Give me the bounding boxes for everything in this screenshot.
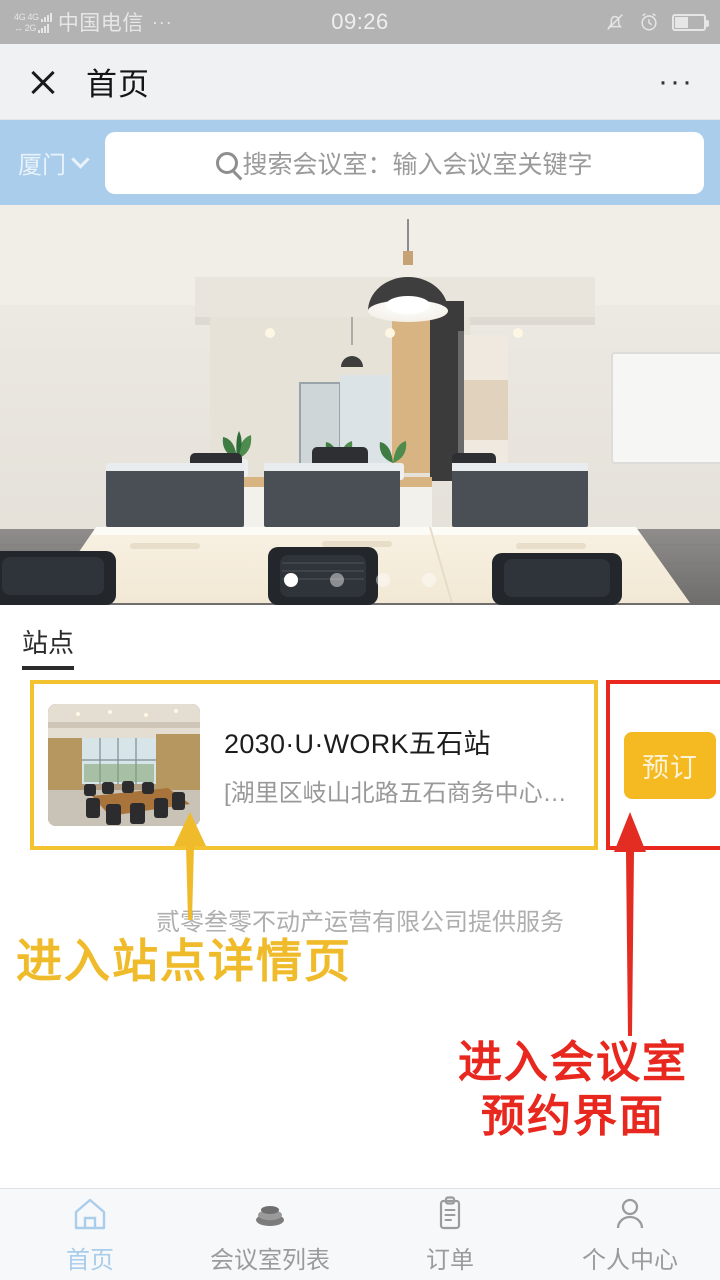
site-card[interactable]: 2030·U·WORK五石站 [湖里区岐山北路五石商务中心2号...	[30, 680, 598, 850]
alarm-icon	[641, 13, 657, 31]
red-up-arrow-icon	[614, 812, 646, 1036]
data-arrows-icon: ↔	[14, 23, 23, 33]
tab-profile-label: 个人中心	[582, 1246, 678, 1274]
network-label-3: 2G	[24, 23, 37, 33]
search-placeholder: 搜索会议室：输入会议室关键字	[242, 150, 593, 179]
mute-icon	[607, 14, 623, 30]
close-icon[interactable]	[26, 65, 60, 99]
carrier-name: 中国电信	[57, 12, 144, 35]
tab-bar: 首页 会议室列表 订单 个人中心	[0, 1188, 720, 1280]
hero-image	[0, 205, 720, 605]
status-bar-right	[604, 11, 709, 33]
boardroom-thumbnail	[48, 704, 200, 826]
city-selector[interactable]: 厦门	[18, 145, 90, 180]
network-row-bottom: ↔ 2G	[14, 22, 52, 33]
tab-room-list[interactable]: 会议室列表	[180, 1189, 360, 1280]
hero-carousel[interactable]	[0, 205, 720, 605]
network-label-2: 4G	[27, 12, 39, 22]
signal-bars-icon	[40, 12, 52, 22]
carousel-dot-2[interactable]	[330, 573, 344, 587]
carousel-dot-4[interactable]	[422, 573, 436, 587]
person-icon	[616, 1198, 644, 1228]
search-icon	[216, 151, 239, 174]
tab-room-list-label: 会议室列表	[210, 1246, 330, 1274]
tab-profile[interactable]: 个人中心	[540, 1189, 720, 1280]
carousel-dots[interactable]	[0, 573, 720, 587]
app-screen: 4G 4G ↔ 2G 中国电信 ··· 09:26 首页 ··· 厦门 搜索会议…	[0, 0, 720, 1280]
network-row-top: 4G 4G	[14, 11, 52, 22]
clipboard-icon	[439, 1195, 461, 1229]
status-bar: 4G 4G ↔ 2G 中国电信 ··· 09:26	[0, 0, 720, 44]
network-label-1: 4G	[14, 12, 26, 22]
signal-bars-2-icon	[38, 23, 50, 33]
carousel-dot-1[interactable]	[284, 573, 298, 587]
site-card-row: 2030·U·WORK五石站 [湖里区岐山北路五石商务中心2号... 预订	[22, 680, 720, 850]
stack-icon	[256, 1205, 284, 1226]
annotation-red-label: 进入会议室 预约界面	[442, 1036, 704, 1143]
search-bar: 厦门 搜索会议室：输入会议室关键字	[0, 120, 720, 205]
book-button[interactable]: 预订	[624, 731, 716, 799]
site-card-text: 2030·U·WORK五石站 [湖里区岐山北路五石商务中心2号...	[224, 722, 580, 808]
boardroom-thumbnail-image	[48, 704, 200, 826]
annotation-red-line2: 预约界面	[481, 1091, 665, 1141]
tab-orders-label: 订单	[426, 1246, 474, 1274]
chevron-down-icon	[71, 150, 90, 169]
home-icon	[74, 1198, 106, 1229]
search-input[interactable]: 搜索会议室：输入会议室关键字	[105, 131, 704, 194]
navigation-bar: 首页 ···	[0, 44, 720, 120]
yellow-up-arrow-icon	[174, 812, 206, 920]
city-label: 厦门	[18, 152, 66, 179]
annotation-red-line1: 进入会议室	[458, 1038, 688, 1087]
site-name: 2030·U·WORK五石站	[224, 729, 491, 759]
site-address: [湖里区岐山北路五石商务中心2号...	[224, 780, 580, 807]
tab-orders[interactable]: 订单	[360, 1189, 540, 1280]
battery-icon	[672, 13, 709, 31]
section-heading: 站点	[22, 623, 75, 670]
carousel-dot-3[interactable]	[376, 573, 390, 587]
tab-home[interactable]: 首页	[0, 1189, 180, 1280]
status-bar-dots: ···	[151, 11, 173, 32]
more-menu-icon[interactable]: ···	[658, 66, 694, 96]
network-indicator: 4G 4G ↔ 2G	[14, 11, 52, 33]
tab-home-label: 首页	[66, 1246, 114, 1274]
annotation-yellow-label: 进入站点详情页	[16, 935, 352, 987]
page-title: 首页	[86, 67, 150, 102]
status-bar-left: 4G 4G ↔ 2G 中国电信 ···	[14, 7, 173, 37]
